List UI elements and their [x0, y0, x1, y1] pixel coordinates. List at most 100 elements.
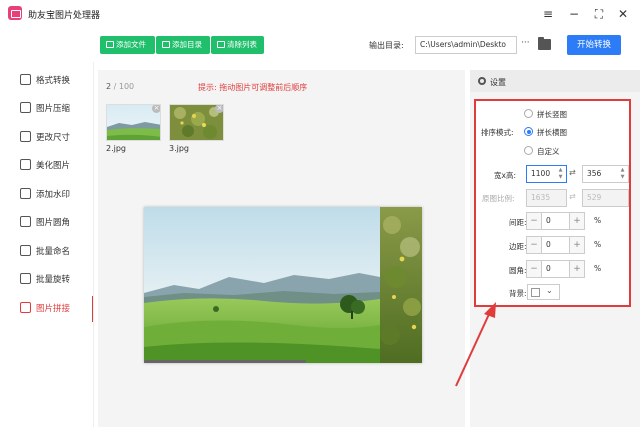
- stitched-image-preview: [144, 207, 422, 363]
- sidebar-item-batch-rename[interactable]: 批量命名: [0, 237, 94, 265]
- add-file-label: 添加文件: [116, 40, 146, 49]
- size-label: 宽x高:: [494, 171, 516, 180]
- sidebar-item-resize[interactable]: 更改尺寸: [0, 123, 94, 151]
- drag-hint: 提示: 拖动图片可调整前后顺序: [198, 83, 308, 92]
- beautify-icon: [20, 159, 31, 170]
- width-input[interactable]: 1100 ▲ ▼: [526, 165, 567, 183]
- remove-thumbnail-icon[interactable]: ×: [152, 105, 160, 113]
- width-spinner[interactable]: ▲ ▼: [556, 167, 565, 181]
- preview-scrollbar[interactable]: [144, 360, 306, 363]
- radius-decrease-button[interactable]: −: [526, 260, 542, 278]
- option-horizontal-label: 拼长横图: [537, 128, 567, 137]
- thumbnail-3[interactable]: ×: [169, 104, 224, 141]
- height-input[interactable]: 356 ▲ ▼: [582, 165, 629, 183]
- sidebar-item-label: 图片压缩: [36, 104, 71, 114]
- maximize-icon[interactable]: ⛶: [590, 5, 608, 23]
- output-path-field[interactable]: C:\Users\admin\Deskto: [415, 36, 517, 54]
- app-logo-icon: [8, 6, 22, 20]
- spacing-increase-button[interactable]: +: [569, 212, 585, 230]
- order-mode-label: 排序模式:: [481, 128, 514, 137]
- radio-vertical[interactable]: [524, 109, 533, 118]
- app-title: 助友宝图片处理器: [28, 11, 101, 21]
- add-folder-label: 添加目录: [172, 40, 202, 49]
- margin-label: 边距:: [509, 242, 527, 251]
- resize-icon: [20, 131, 31, 142]
- clear-list-label: 清除列表: [227, 40, 257, 49]
- margin-increase-button[interactable]: +: [569, 236, 585, 254]
- height-spinner[interactable]: ▲ ▼: [618, 167, 627, 181]
- rounded-corner-icon: [20, 216, 31, 227]
- thumbnail-2[interactable]: ×: [106, 104, 161, 141]
- browse-more-button[interactable]: ···: [521, 38, 530, 48]
- sidebar-item-format-convert[interactable]: 格式转换: [0, 66, 94, 94]
- width-value: 1100: [531, 169, 551, 178]
- start-convert-button[interactable]: 开始转换: [567, 35, 621, 55]
- margin-decrease-button[interactable]: −: [526, 236, 542, 254]
- radius-label: 圆角:: [509, 266, 527, 275]
- color-swatch: [531, 288, 540, 297]
- open-folder-icon[interactable]: [538, 37, 551, 50]
- annotation-arrow: [455, 302, 496, 387]
- stitch-icon: [20, 302, 31, 313]
- watermark-icon: [20, 188, 31, 199]
- sidebar-item-label: 格式转换: [36, 76, 71, 86]
- sidebar-item-compress[interactable]: 图片压缩: [0, 94, 94, 122]
- remove-thumbnail-icon[interactable]: ×: [215, 105, 223, 113]
- stitch-preview: [144, 207, 422, 363]
- spacing-label: 间距:: [509, 218, 527, 227]
- trash-icon: [217, 41, 225, 48]
- spacing-unit: %: [594, 216, 602, 225]
- ratio-label: 原图比例:: [482, 194, 515, 203]
- sidebar-item-label: 批量旋转: [36, 275, 71, 285]
- option-custom-label: 自定义: [537, 147, 560, 156]
- sidebar-item-label: 更改尺寸: [36, 133, 71, 143]
- close-icon[interactable]: ✕: [614, 5, 632, 23]
- spacing-decrease-button[interactable]: −: [526, 212, 542, 230]
- add-folder-button[interactable]: 添加目录: [156, 36, 210, 54]
- clear-list-button[interactable]: 清除列表: [211, 36, 264, 54]
- chevron-down-icon: ⌄: [546, 286, 553, 295]
- margin-input[interactable]: 0: [542, 236, 569, 254]
- sidebar-item-batch-rotate[interactable]: 批量旋转: [0, 265, 94, 293]
- rotate-icon: [20, 273, 31, 284]
- sidebar-item-rounded-corner[interactable]: 图片圆角: [0, 208, 94, 236]
- add-file-button[interactable]: 添加文件: [100, 36, 155, 54]
- thumbnail-name: 2.jpg: [106, 144, 127, 153]
- sidebar-item-stitch[interactable]: 图片拼接: [0, 294, 94, 322]
- rename-icon: [20, 245, 31, 256]
- folder-icon: [162, 41, 170, 48]
- sidebar: 格式转换 图片压缩 更改尺寸 美化图片 添加水印 图片圆角 批量命名 批量旋转 …: [0, 62, 94, 427]
- thumbnail-name: 3.jpg: [169, 144, 190, 153]
- ratio-width-value: 1635: [531, 193, 551, 202]
- plus-icon: [106, 41, 114, 48]
- compress-icon: [20, 102, 31, 113]
- margin-unit: %: [594, 240, 602, 249]
- sidebar-item-beautify[interactable]: 美化图片: [0, 151, 94, 179]
- sidebar-item-label: 美化图片: [36, 161, 71, 171]
- spacing-input[interactable]: 0: [542, 212, 569, 230]
- background-color-select[interactable]: ⌄: [527, 284, 560, 300]
- sidebar-item-label: 图片圆角: [36, 218, 71, 228]
- sidebar-item-watermark[interactable]: 添加水印: [0, 180, 94, 208]
- radio-horizontal[interactable]: [524, 127, 533, 136]
- refresh-icon: [20, 74, 31, 85]
- background-label: 背景:: [509, 289, 527, 298]
- sidebar-divider: [93, 62, 94, 427]
- ratio-height-field: 529: [582, 189, 629, 207]
- sidebar-item-label: 图片拼接: [36, 304, 71, 314]
- radius-increase-button[interactable]: +: [569, 260, 585, 278]
- minimize-icon[interactable]: −: [565, 5, 583, 23]
- menu-icon[interactable]: ≡: [539, 5, 557, 23]
- ratio-width-field: 1635: [526, 189, 567, 207]
- ratio-height-value: 529: [587, 193, 602, 202]
- radius-unit: %: [594, 264, 602, 273]
- radio-custom[interactable]: [524, 146, 533, 155]
- sidebar-item-label: 添加水印: [36, 190, 71, 200]
- output-dir-label: 输出目录:: [369, 41, 404, 50]
- link-icon[interactable]: ⇄: [569, 168, 576, 177]
- radius-input[interactable]: 0: [542, 260, 569, 278]
- option-vertical-label: 拼长竖图: [537, 110, 567, 119]
- count-total: / 100: [111, 82, 135, 91]
- gear-icon: [478, 77, 486, 85]
- settings-title: 设置: [490, 78, 506, 87]
